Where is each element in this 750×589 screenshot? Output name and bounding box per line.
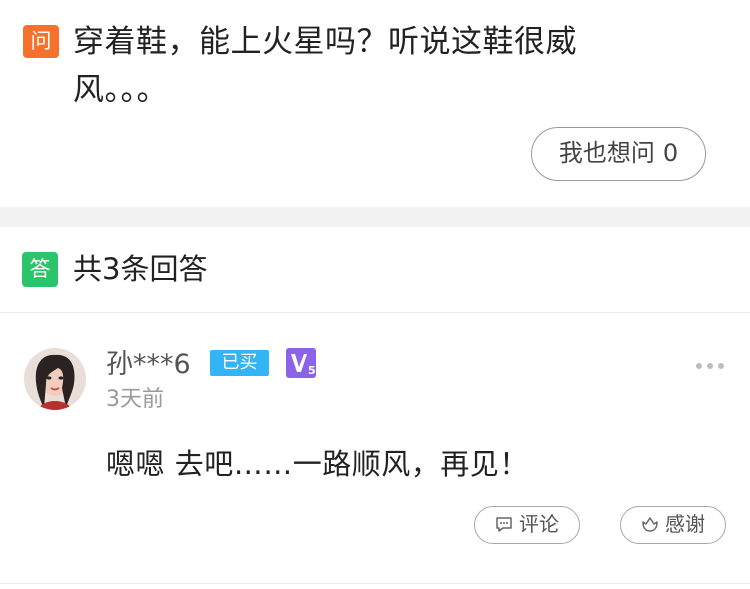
answer-item: 孙***6 已买 5 3天前 嗯嗯 去吧……一路顺风，再见！ 评论 感谢: [0, 314, 750, 584]
username[interactable]: 孙***6: [106, 346, 191, 384]
answers-count-title: 共3条回答: [73, 252, 208, 286]
comment-button[interactable]: 评论: [474, 506, 580, 544]
vip-level-icon: 5: [286, 348, 316, 378]
comment-label: 评论: [519, 512, 559, 536]
avatar[interactable]: [24, 348, 86, 410]
vip-level-number: 5: [308, 364, 316, 377]
comment-icon: [496, 517, 512, 532]
answer-time: 3天前: [106, 387, 164, 412]
thanks-flower-icon: [642, 517, 658, 532]
also-ask-button[interactable]: 我也想问 0: [531, 127, 706, 181]
also-ask-count: 0: [662, 139, 679, 167]
question-section: 问 穿着鞋，能上火星吗？听说这鞋很威风。。。 我也想问 0: [0, 0, 750, 207]
thanks-button[interactable]: 感谢: [620, 506, 726, 544]
question-text: 穿着鞋，能上火星吗？听说这鞋很威风。。。: [73, 24, 577, 108]
answer-text: 嗯嗯 去吧……一路顺风，再见！: [106, 447, 529, 481]
question-badge: 问: [23, 25, 59, 58]
more-dots-icon[interactable]: [694, 356, 726, 369]
answer-badge: 答: [22, 252, 58, 287]
section-divider: [0, 207, 750, 227]
thanks-label: 感谢: [665, 512, 705, 536]
bought-tag: 已买: [210, 350, 269, 376]
answers-header: 答 共3条回答: [0, 227, 750, 313]
also-ask-label: 我也想问: [558, 139, 655, 167]
